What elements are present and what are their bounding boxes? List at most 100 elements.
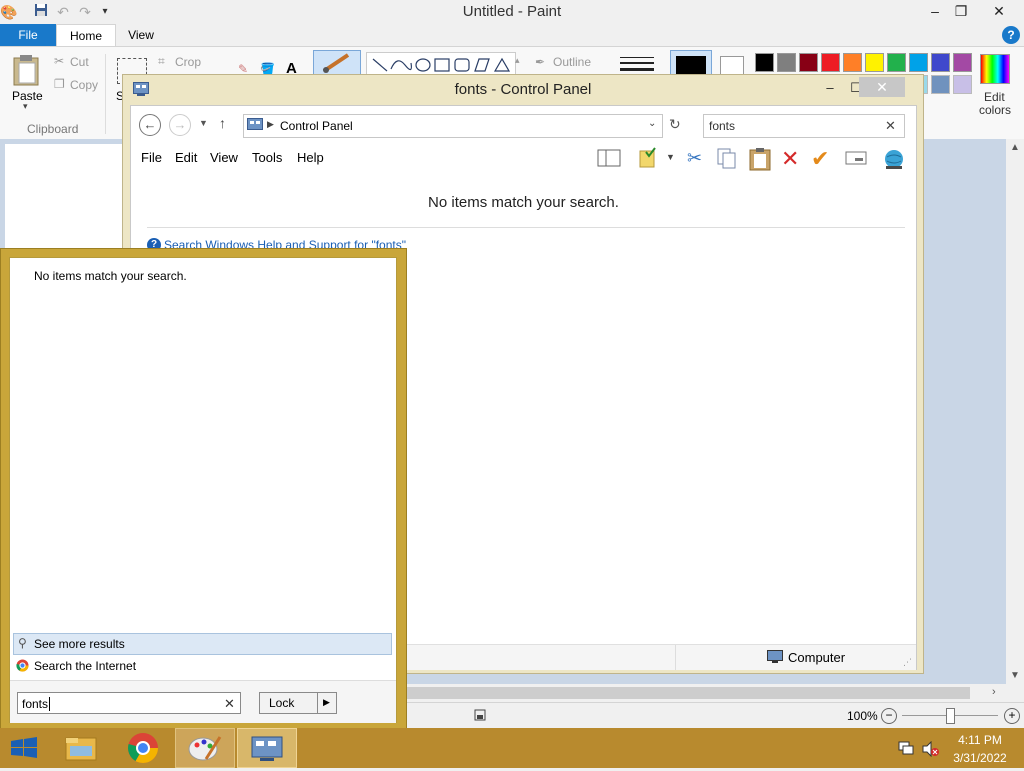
palette-color-swatch[interactable]	[799, 53, 818, 72]
address-dropdown-icon[interactable]: ⌄	[648, 118, 656, 129]
start-search-query: fonts	[22, 697, 49, 711]
zoom-in-icon[interactable]: +	[1004, 708, 1020, 724]
breadcrumb-chevron-icon[interactable]: ▶	[267, 119, 274, 130]
start-search-input[interactable]: fonts ✕	[17, 692, 241, 714]
size-icon[interactable]	[620, 54, 654, 74]
palette-color-swatch[interactable]	[821, 53, 840, 72]
zoom-slider-thumb[interactable]	[946, 708, 955, 724]
control-panel-icon	[247, 118, 263, 132]
control-panel-taskbar-button[interactable]	[237, 728, 297, 768]
palette-color-swatch[interactable]	[931, 75, 950, 94]
tab-home[interactable]: Home	[56, 24, 116, 47]
paint-maximize-icon[interactable]: ❐	[944, 0, 978, 22]
paint-close-icon[interactable]: ✕	[982, 0, 1016, 22]
customize-qat-icon[interactable]: ▾	[96, 3, 114, 21]
cp-close-button[interactable]: ✕	[859, 77, 905, 97]
cp-search-box[interactable]: fonts ✕	[703, 114, 905, 138]
brushes-button[interactable]	[313, 50, 361, 76]
tab-view[interactable]: View	[120, 24, 162, 46]
palette-color-swatch[interactable]	[755, 53, 774, 72]
zoom-out-icon[interactable]: −	[881, 708, 897, 724]
copy-toolbar-icon[interactable]	[717, 148, 737, 170]
see-more-results[interactable]: ⚲ See more results	[13, 633, 392, 655]
start-search-panel: No items match your search. ⚲ See more r…	[0, 248, 407, 730]
rename-icon[interactable]	[845, 150, 867, 166]
lock-button-label: Lock	[269, 696, 295, 710]
file-explorer-taskbar-button[interactable]	[51, 728, 111, 768]
properties-icon[interactable]	[637, 146, 659, 168]
forward-button[interactable]: →	[169, 114, 191, 136]
clear-search-icon[interactable]: ✕	[885, 118, 896, 134]
address-bar[interactable]: ▶ Control Panel ⌄	[243, 114, 663, 138]
volume-muted-icon[interactable]	[922, 740, 940, 758]
menu-view[interactable]: View	[210, 150, 238, 165]
cut-button[interactable]: Cut	[70, 55, 89, 69]
lock-button[interactable]: Lock ▶	[259, 692, 337, 714]
internet-globe-icon[interactable]	[883, 148, 905, 170]
palette-color-swatch[interactable]	[843, 53, 862, 72]
undo-icon[interactable]: ↶	[54, 3, 72, 21]
paint-horizontal-scroll-thumb[interactable]	[400, 687, 970, 699]
paste-toolbar-icon[interactable]	[749, 147, 771, 171]
properties-dropdown-icon[interactable]: ▼	[666, 152, 675, 162]
cut-toolbar-icon[interactable]: ✂	[687, 148, 702, 169]
clock-time[interactable]: 4:11 PM	[944, 733, 1016, 747]
palette-color-swatch[interactable]	[909, 53, 928, 72]
chrome-taskbar-button[interactable]	[113, 728, 173, 768]
refresh-icon[interactable]: ↻	[669, 116, 681, 133]
paint-vertical-scrollbar[interactable]: ▲ ▼	[1006, 139, 1024, 684]
outline-icon: ✒	[535, 55, 546, 69]
clock-date[interactable]: 3/31/2022	[944, 751, 1016, 765]
breadcrumb-control-panel[interactable]: Control Panel	[280, 119, 353, 133]
cp-search-value[interactable]: fonts	[709, 119, 735, 133]
menu-edit[interactable]: Edit	[175, 150, 197, 165]
power-options-arrow-icon[interactable]: ▶	[323, 697, 330, 708]
menu-tools[interactable]: Tools	[252, 150, 282, 165]
paint-app-icon[interactable]: 🎨	[0, 3, 18, 21]
ribbon-divider	[105, 54, 106, 134]
clear-start-search-icon[interactable]: ✕	[224, 693, 235, 715]
cp-separator	[147, 227, 905, 228]
palette-color-swatch[interactable]	[953, 53, 972, 72]
network-icon[interactable]	[898, 741, 914, 755]
scroll-right-icon[interactable]: ›	[992, 686, 996, 698]
palette-color-swatch[interactable]	[953, 75, 972, 94]
preview-pane-icon[interactable]	[597, 148, 621, 168]
shapes-scroll-icon[interactable]: ▴	[515, 55, 520, 66]
back-button[interactable]: ←	[139, 114, 161, 136]
checkmark-icon[interactable]: ✔	[811, 146, 829, 172]
status-divider	[675, 645, 676, 670]
paste-dropdown-icon[interactable]: ▾	[23, 101, 28, 112]
image-size-icon	[474, 709, 486, 721]
menu-help[interactable]: Help	[297, 150, 324, 165]
help-icon[interactable]: ?	[1002, 26, 1020, 44]
redo-icon[interactable]: ↷	[76, 3, 94, 21]
edit-colors-icon[interactable]	[980, 54, 1010, 84]
resize-grip-icon[interactable]: ⋰	[903, 657, 912, 668]
palette-color-swatch[interactable]	[931, 53, 950, 72]
copy-button[interactable]: Copy	[70, 78, 98, 92]
see-more-results-label: See more results	[34, 637, 125, 651]
palette-color-swatch[interactable]	[887, 53, 906, 72]
outline-button[interactable]: Outline	[553, 55, 591, 69]
edit-colors-label-2[interactable]: colors	[979, 103, 1011, 117]
cp-minimize-icon[interactable]: –	[817, 79, 843, 97]
search-icon: ⚲	[18, 636, 27, 650]
palette-color-swatch[interactable]	[865, 53, 884, 72]
tab-file[interactable]: File	[0, 24, 56, 46]
palette-color-swatch[interactable]	[777, 53, 796, 72]
save-icon[interactable]	[32, 3, 50, 21]
start-button[interactable]	[0, 728, 48, 768]
edit-colors-label-1[interactable]: Edit	[984, 90, 1005, 104]
menu-file[interactable]: File	[141, 150, 162, 165]
delete-icon[interactable]: ✕	[781, 146, 799, 172]
crop-button[interactable]: Crop	[175, 55, 201, 69]
text-cursor	[49, 697, 51, 711]
recent-locations-icon[interactable]: ▼	[199, 118, 208, 128]
copy-icon: ❐	[54, 77, 65, 91]
search-internet-label: Search the Internet	[34, 659, 137, 673]
paint-taskbar-button[interactable]	[175, 728, 235, 768]
up-button[interactable]: ↑	[219, 115, 226, 131]
search-internet-item[interactable]: Search the Internet	[13, 656, 390, 676]
paste-icon[interactable]	[12, 54, 40, 86]
